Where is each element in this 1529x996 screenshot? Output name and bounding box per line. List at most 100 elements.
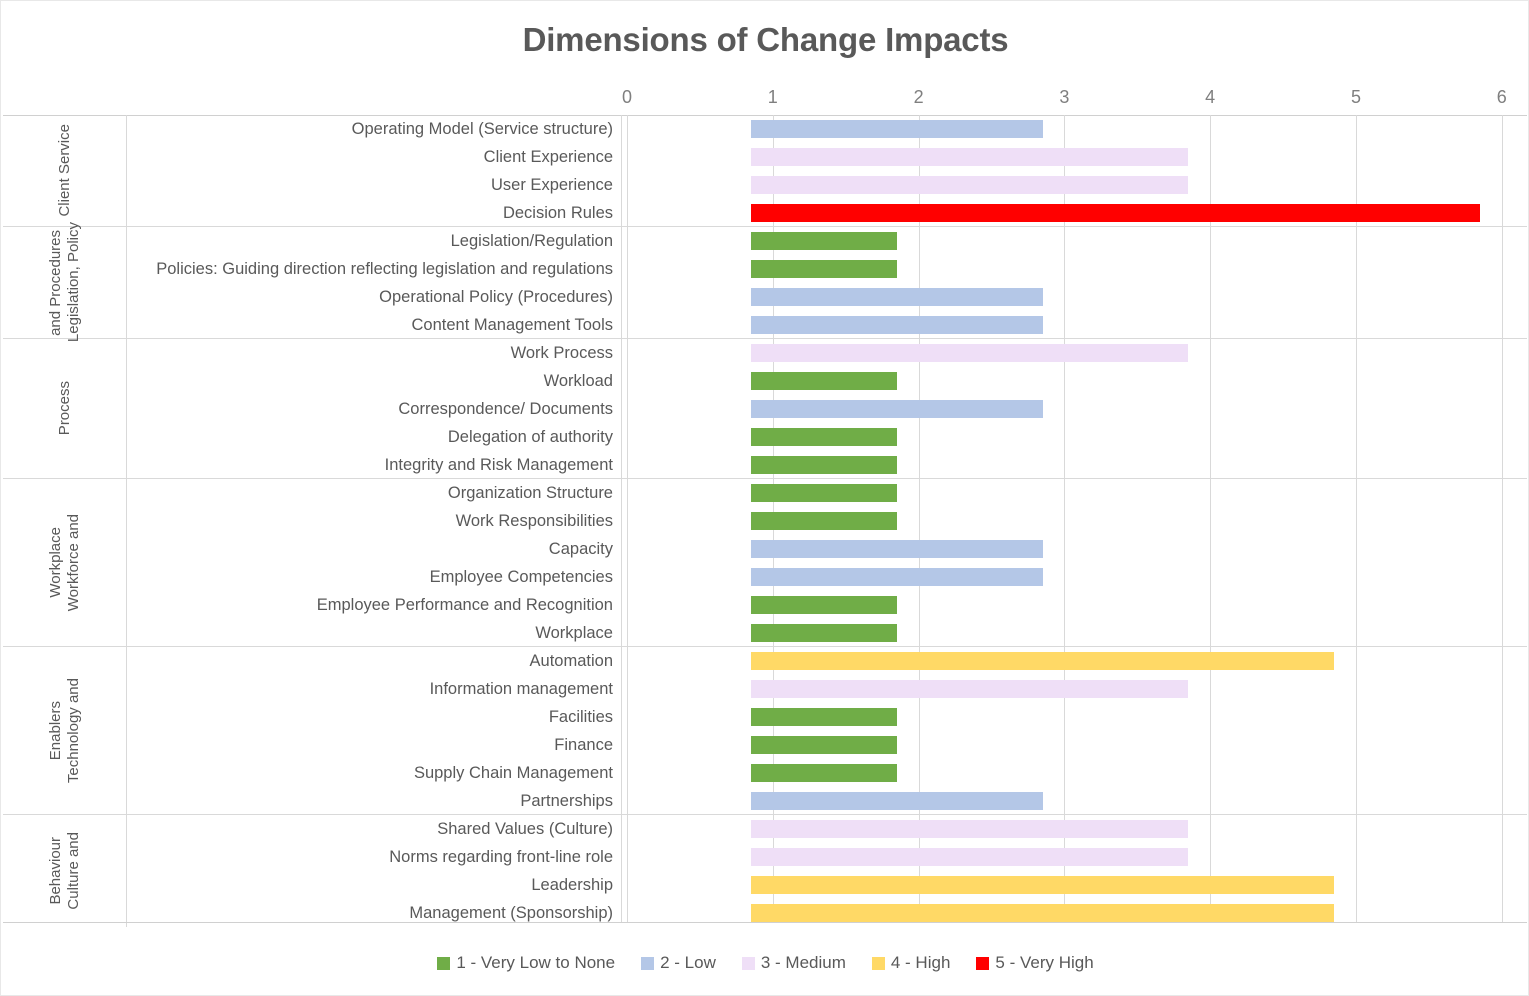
bar[interactable] (751, 764, 897, 782)
legend-label: 3 - Medium (760, 953, 846, 972)
chart-row: Information management (127, 675, 1527, 703)
group-label-line: Technology and (64, 677, 82, 784)
row-label: User Experience (491, 176, 613, 194)
chart-row: Finance (127, 731, 1527, 759)
chart-title: Dimensions of Change Impacts (522, 21, 1009, 58)
row-label: Workplace (535, 624, 613, 642)
group-label: Client Service (3, 115, 127, 226)
bar[interactable] (751, 876, 1335, 894)
bar[interactable] (751, 372, 897, 390)
chart-row: Supply Chain Management (127, 759, 1527, 787)
chart-row: Employee Performance and Recognition (127, 591, 1527, 619)
legend-swatch-icon (976, 956, 990, 970)
bar[interactable] (751, 624, 897, 642)
group-label-line: Behaviour (46, 837, 64, 905)
bar[interactable] (751, 708, 897, 726)
bar[interactable] (751, 904, 1335, 922)
chart-row: Facilities (127, 703, 1527, 731)
bar[interactable] (751, 288, 1043, 306)
row-label: Client Experience (483, 148, 613, 166)
bar[interactable] (751, 456, 897, 474)
legend-item[interactable]: 1 - Very Low to None (437, 953, 615, 973)
legend-item[interactable]: 4 - High (871, 953, 951, 973)
category-group: Legislation, Policy and Procedures Legisla… (3, 222, 1527, 343)
row-label: Shared Values (Culture) (437, 820, 613, 838)
bar[interactable] (751, 176, 1189, 194)
row-label: Facilities (548, 708, 613, 726)
bar[interactable] (751, 736, 897, 754)
row-label: Employee Performance and Recognition (316, 596, 613, 614)
group-label: Technology and Enablers (3, 647, 127, 814)
row-label: Operating Model (Service structure) (351, 120, 613, 138)
x-tick-label-4: 4 (1205, 87, 1216, 107)
row-label: Information management (429, 680, 613, 698)
category-group: Process Work Process Workload Correspondenc… (3, 339, 1527, 479)
row-label: Operational Policy (Procedures) (379, 288, 613, 306)
row-label: Policies: Guiding direction reflecting l… (156, 260, 613, 278)
legend-item[interactable]: 3 - Medium (741, 953, 846, 973)
row-label: Automation (529, 652, 613, 670)
legend-item[interactable]: 5 - Very High (976, 953, 1094, 973)
bar[interactable] (751, 120, 1043, 138)
row-label: Organization Structure (447, 484, 613, 502)
legend-swatch-icon (741, 956, 755, 970)
row-label: Leadership (531, 876, 613, 894)
x-tick-label-2: 2 (913, 87, 924, 107)
group-rows: Legislation/Regulation Policies: Guiding … (127, 227, 1527, 338)
chart-row: Shared Values (Culture) (127, 815, 1527, 843)
group-label-line: Process (55, 381, 73, 436)
chart-legend: 1 - Very Low to None 2 - Low 3 - Medium 4 -… (1, 953, 1529, 973)
bar[interactable] (751, 484, 897, 502)
bar[interactable] (751, 596, 897, 614)
chart-row: Policies: Guiding direction reflecting l… (127, 255, 1527, 283)
bar[interactable] (751, 232, 897, 250)
group-rows: Automation Information management Faciliti… (127, 647, 1527, 814)
bar[interactable] (751, 512, 897, 530)
bar[interactable] (751, 400, 1043, 418)
group-label-line: Client Service (55, 124, 73, 217)
row-label: Employee Competencies (429, 568, 613, 586)
bar[interactable] (751, 568, 1043, 586)
bar[interactable] (751, 540, 1043, 558)
bar[interactable] (751, 792, 1043, 810)
bar[interactable] (751, 344, 1189, 362)
bar[interactable] (751, 260, 897, 278)
row-label: Decision Rules (502, 204, 613, 222)
chart-row: Work Process (127, 339, 1527, 367)
bar[interactable] (751, 680, 1189, 698)
row-label: Capacity (548, 540, 613, 558)
chart-row: Client Experience (127, 143, 1527, 171)
row-label: Correspondence/ Documents (398, 400, 613, 418)
bar[interactable] (751, 652, 1335, 670)
row-label: Legislation/Regulation (450, 232, 613, 250)
legend-swatch-icon (871, 956, 885, 970)
bar[interactable] (751, 428, 897, 446)
group-label: Process (3, 339, 127, 478)
legend-item[interactable]: 2 - Low (641, 953, 716, 973)
plot-bottom-border (3, 922, 1527, 923)
bar[interactable] (751, 820, 1189, 838)
bar[interactable] (751, 848, 1189, 866)
group-label-line: Legislation, Policy (64, 222, 82, 343)
bar[interactable] (751, 204, 1480, 222)
group-label-line: and Procedures (46, 229, 64, 336)
row-label: Supply Chain Management (413, 764, 613, 782)
row-label: Workload (543, 372, 613, 390)
category-groups: Client Service Operating Model (Service s… (3, 115, 1527, 927)
legend-swatch-icon (641, 956, 655, 970)
legend-swatch-icon (437, 956, 451, 970)
bar[interactable] (751, 316, 1043, 334)
chart-row: Operating Model (Service structure) (127, 115, 1527, 143)
chart-frame: Dimensions of Change Impacts 0 1 2 3 4 5 6 Cli… (0, 0, 1529, 996)
group-rows: Operating Model (Service structure) Clien… (127, 115, 1527, 226)
chart-row: Delegation of authority (127, 423, 1527, 451)
bar[interactable] (751, 148, 1189, 166)
legend-label: 4 - High (890, 953, 951, 972)
group-rows: Organization Structure Work Responsibilit… (127, 479, 1527, 646)
chart-row: Operational Policy (Procedures) (127, 283, 1527, 311)
category-group: Technology and Enablers Automation Informat… (3, 647, 1527, 815)
chart-row: Content Management Tools (127, 311, 1527, 339)
category-group: Culture and Behaviour Shared Values (Cultu… (3, 815, 1527, 927)
row-label: Content Management Tools (411, 316, 614, 334)
group-label-line: Culture and (64, 832, 82, 910)
